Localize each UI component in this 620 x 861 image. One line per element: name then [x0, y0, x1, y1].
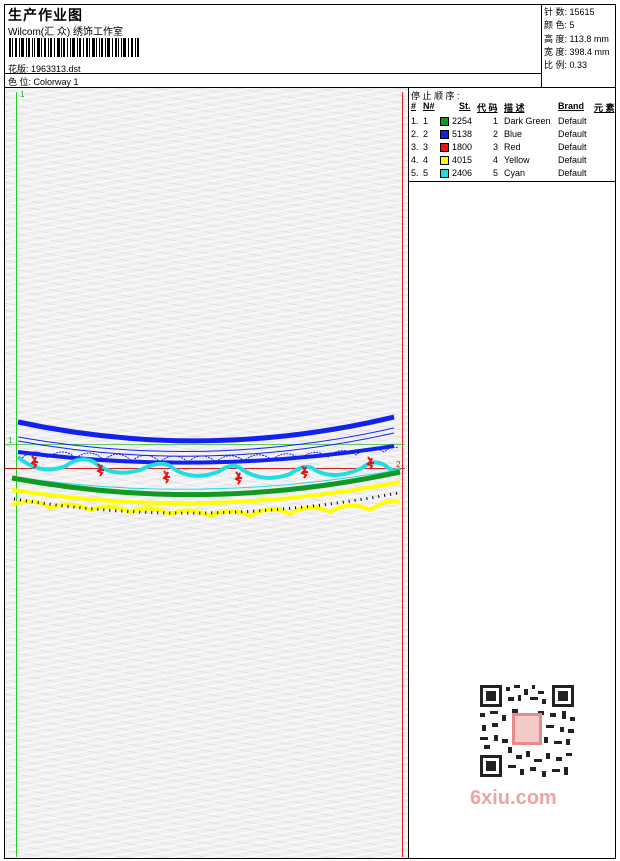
watermark-site: 6xiu.com: [470, 787, 557, 809]
row-description: Dark Green: [504, 116, 551, 126]
color-swatch: [440, 143, 449, 152]
table-row: 3. 3 1800 3 Red Default: [409, 141, 616, 154]
col-header-stitches: St.: [459, 101, 471, 111]
row-code: 1: [493, 116, 499, 126]
row-stitches: 2254: [452, 116, 473, 126]
row-brand: Default: [558, 116, 587, 126]
table-row: 1. 1 2254 1 Dark Green Default: [409, 115, 616, 128]
red-motif-2: [96, 463, 104, 477]
row-code: 2: [493, 129, 499, 139]
color-swatch: [440, 130, 449, 139]
row-stitches: 2406: [452, 168, 473, 178]
col-header-element: 元 素: [594, 103, 615, 113]
color-swatch: [440, 156, 449, 165]
row-index: 5.: [411, 168, 419, 178]
row-index: 3.: [411, 142, 419, 152]
row-brand: Default: [558, 129, 587, 139]
row-brand: Default: [558, 155, 587, 165]
row-index: 2.: [411, 129, 419, 139]
row-code: 3: [493, 142, 499, 152]
qr-code-graphic: [472, 681, 582, 781]
row-description: Yellow: [504, 155, 530, 165]
row-number: 3: [423, 142, 429, 152]
row-index: 4.: [411, 155, 419, 165]
marker-right: 2: [396, 460, 401, 469]
marker-left: 1: [8, 436, 13, 445]
row-number: 4: [423, 155, 429, 165]
row-number: 1: [423, 116, 429, 126]
table-row: 5. 5 2406 5 Cyan Default: [409, 167, 616, 180]
blue-band-top: [17, 414, 395, 444]
stop-sequence-title: 停 止 顺 序 :: [411, 91, 460, 101]
color-swatch: [440, 169, 449, 178]
red-motif-3: [162, 470, 170, 484]
row-index: 1.: [411, 116, 419, 126]
row-brand: Default: [558, 142, 587, 152]
table-row: 4. 4 4015 4 Yellow Default: [409, 154, 616, 167]
col-header-description: 描 述: [504, 103, 525, 113]
row-brand: Default: [558, 168, 587, 178]
cyan-scallop-band: [16, 455, 402, 480]
row-description: Blue: [504, 129, 523, 139]
row-number: 5: [423, 168, 429, 178]
color-swatch: [440, 117, 449, 126]
row-code: 5: [493, 168, 499, 178]
stop-sequence-rows: 1. 1 2254 1 Dark Green Default 2. 2 5138…: [409, 115, 616, 181]
row-stitches: 1800: [452, 142, 473, 152]
red-motif-4: [234, 471, 242, 485]
marker-top: 1: [20, 90, 25, 99]
col-header-brand: Brand: [558, 101, 585, 111]
row-stitches: 5138: [452, 129, 473, 139]
table-row: 2. 2 5138 2 Blue Default: [409, 128, 616, 141]
row-number: 2: [423, 129, 429, 139]
col-header-code: 代 码: [477, 103, 498, 113]
row-description: Red: [504, 142, 521, 152]
table-bottom-rule: [409, 181, 616, 182]
row-code: 4: [493, 155, 499, 165]
row-description: Cyan: [504, 168, 526, 178]
col-header-number: N#: [423, 101, 435, 111]
red-motif-6: [366, 456, 374, 470]
qr-code: [472, 681, 582, 781]
col-header-index: #: [411, 101, 417, 111]
row-stitches: 4015: [452, 155, 473, 165]
